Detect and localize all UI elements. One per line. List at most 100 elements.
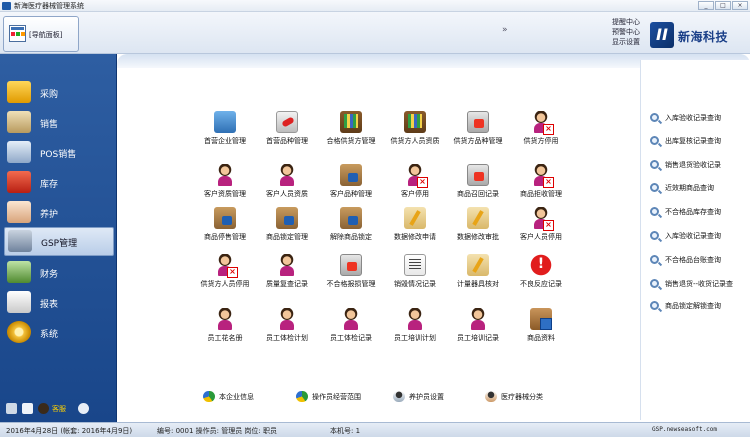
status-machine: 本机号: 1 bbox=[330, 427, 361, 435]
grid-item[interactable]: 员工体检计划 bbox=[255, 308, 319, 343]
person-stop-icon bbox=[530, 207, 554, 231]
grid-item-label: 员工体检记录 bbox=[330, 334, 372, 342]
grid-item[interactable]: 客户资质管理 bbox=[193, 164, 257, 199]
gear-icon bbox=[7, 321, 31, 343]
person-icon bbox=[404, 308, 426, 330]
query-item-label: 商品锁定解锁查询 bbox=[665, 302, 721, 310]
lock-icon bbox=[340, 207, 362, 229]
grid-item[interactable]: 供货方人员停用 bbox=[193, 254, 257, 289]
maximize-button[interactable]: □ bbox=[715, 1, 731, 10]
sidebar-item-maintenance[interactable]: 养护 bbox=[4, 199, 114, 226]
grid-item[interactable]: 不良反应记录 bbox=[509, 254, 573, 289]
sidebar-item-gsp[interactable]: GSP管理 bbox=[4, 227, 114, 256]
status-operator: 编号: 0001 操作员: 管理员 岗位: 职员 bbox=[157, 427, 278, 435]
grid-item[interactable]: 商品停售管理 bbox=[193, 207, 257, 242]
grid-item[interactable]: 员工培训记录 bbox=[446, 308, 510, 343]
service-label[interactable]: 客服 bbox=[52, 404, 66, 414]
box-icon bbox=[530, 308, 552, 330]
grid-item[interactable]: 解除商品锁定 bbox=[319, 207, 383, 242]
grid-item-label: 商品停售管理 bbox=[204, 233, 246, 241]
sidebar-item-label: 养护 bbox=[40, 210, 59, 220]
grid-item-label: 员工培训计划 bbox=[394, 334, 436, 342]
grid-item[interactable]: 合格供货方管理 bbox=[319, 111, 383, 146]
window-controls: _ □ × bbox=[698, 1, 748, 10]
folder-icon bbox=[467, 111, 489, 133]
search-icon bbox=[650, 207, 659, 216]
search-icon bbox=[650, 113, 659, 122]
refresh-icon[interactable] bbox=[78, 403, 89, 414]
grid-item[interactable]: 商品资料 bbox=[509, 308, 573, 343]
nav-panel-tab[interactable]: [导航面板] bbox=[3, 16, 79, 52]
grid-item[interactable]: 客户人员资质 bbox=[255, 164, 319, 199]
sidebar-item-label: POS销售 bbox=[40, 150, 77, 160]
grid-item[interactable]: 首营企业管理 bbox=[193, 111, 257, 146]
title-bar: 新海医疗器械管理系统 _ □ × bbox=[0, 0, 750, 12]
grid-item-label: 员工花名册 bbox=[207, 334, 243, 342]
grid-item-label: 客户人员停用 bbox=[520, 233, 562, 241]
grid-item[interactable]: 员工体检记录 bbox=[319, 308, 383, 343]
status-date: 2016年4月28日 (帐套: 2016年4月9日) bbox=[6, 427, 133, 435]
grid-item-label: 商品资料 bbox=[527, 334, 555, 342]
close-button[interactable]: × bbox=[732, 1, 748, 10]
grid-item-label: 商品拒收管理 bbox=[520, 190, 562, 198]
edit-icon bbox=[404, 207, 426, 229]
sidebar-item-finance[interactable]: 财务 bbox=[4, 259, 114, 286]
grid-item-label: 解除商品锁定 bbox=[330, 233, 372, 241]
search-icon bbox=[650, 279, 659, 288]
truck-icon bbox=[7, 81, 31, 103]
calculator-icon[interactable] bbox=[6, 403, 17, 414]
brand-name: 新海科技 bbox=[678, 30, 729, 44]
recall-icon bbox=[467, 164, 489, 186]
grid-item[interactable]: 客户品种管理 bbox=[319, 164, 383, 199]
lock-icon bbox=[214, 207, 236, 229]
grid-item[interactable]: 首营品种管理 bbox=[255, 111, 319, 146]
person-stop-icon bbox=[214, 254, 238, 278]
app-icon bbox=[2, 2, 11, 10]
cart-icon bbox=[7, 111, 31, 133]
grid-item[interactable]: 供货方品种管理 bbox=[446, 111, 510, 146]
display-settings-link[interactable]: 显示设置 bbox=[612, 37, 640, 47]
grid-item[interactable]: 员工花名册 bbox=[193, 308, 257, 343]
sidebar-item-sales[interactable]: 销售 bbox=[4, 109, 114, 136]
sidebar-item-pos-sales[interactable]: POS销售 bbox=[4, 139, 114, 166]
grid-item[interactable]: 客户人员停用 bbox=[509, 207, 573, 242]
grid-item[interactable]: 商品召回记录 bbox=[446, 164, 510, 199]
grid-item[interactable]: 销毁情况记录 bbox=[383, 254, 447, 289]
sidebar-item-purchase[interactable]: 采购 bbox=[4, 79, 114, 106]
sidebar-item-system[interactable]: 系统 bbox=[4, 319, 114, 346]
header: [导航面板] » 提醒中心 预警中心 显示设置 II 新海科技 bbox=[0, 12, 750, 54]
grid-item-label: 商品锁定管理 bbox=[266, 233, 308, 241]
grid-item-label: 供货方人员资质 bbox=[390, 137, 440, 145]
query-item-label: 入库验收记录查询 bbox=[665, 232, 721, 240]
sidebar-item-inventory[interactable]: 库存 bbox=[4, 169, 114, 196]
service-icon[interactable] bbox=[38, 403, 49, 414]
pie-icon bbox=[203, 391, 215, 402]
nav-panel-icon bbox=[9, 25, 26, 42]
grid-item[interactable]: 商品锁定管理 bbox=[255, 207, 319, 242]
grid-item[interactable]: 不合格报损管理 bbox=[319, 254, 383, 289]
grid-item[interactable]: 数据修改审批 bbox=[446, 207, 510, 242]
brand-logo-icon: II bbox=[650, 22, 674, 48]
query-panel: 入库验收记录查询 出库复核记录查询 销售退货验收记录 近效期商品查询 不合格品库存查询入… bbox=[640, 60, 750, 420]
grid-item-label: 首营企业管理 bbox=[204, 137, 246, 145]
minimize-button[interactable]: _ bbox=[698, 1, 714, 10]
reminder-center-link[interactable]: 提醒中心 bbox=[612, 17, 640, 27]
search-icon bbox=[650, 136, 659, 145]
grid-item[interactable]: 供货方停用 bbox=[509, 111, 573, 146]
header-links: 提醒中心 预警中心 显示设置 bbox=[612, 17, 640, 47]
sidebar-item-label: 采购 bbox=[40, 90, 59, 100]
grid-item[interactable]: 客户停用 bbox=[383, 164, 447, 199]
lock-icon bbox=[340, 164, 362, 186]
person-stop-icon bbox=[530, 164, 554, 188]
expand-arrow-icon[interactable]: » bbox=[502, 25, 508, 35]
grid-item[interactable]: 质量复查记录 bbox=[255, 254, 319, 289]
grid-item[interactable]: 数据修改申请 bbox=[383, 207, 447, 242]
sidebar-item-reports[interactable]: 报表 bbox=[4, 289, 114, 316]
grid-item[interactable]: 员工培训计划 bbox=[383, 308, 447, 343]
notepad-icon[interactable] bbox=[22, 403, 33, 414]
grid-item[interactable]: 计量器具核对 bbox=[446, 254, 510, 289]
grid-item[interactable]: 供货方人员资质 bbox=[383, 111, 447, 146]
warning-center-link[interactable]: 预警中心 bbox=[612, 27, 640, 37]
grid-item-label: 计量器具核对 bbox=[457, 280, 499, 288]
grid-item[interactable]: 商品拒收管理 bbox=[509, 164, 573, 199]
